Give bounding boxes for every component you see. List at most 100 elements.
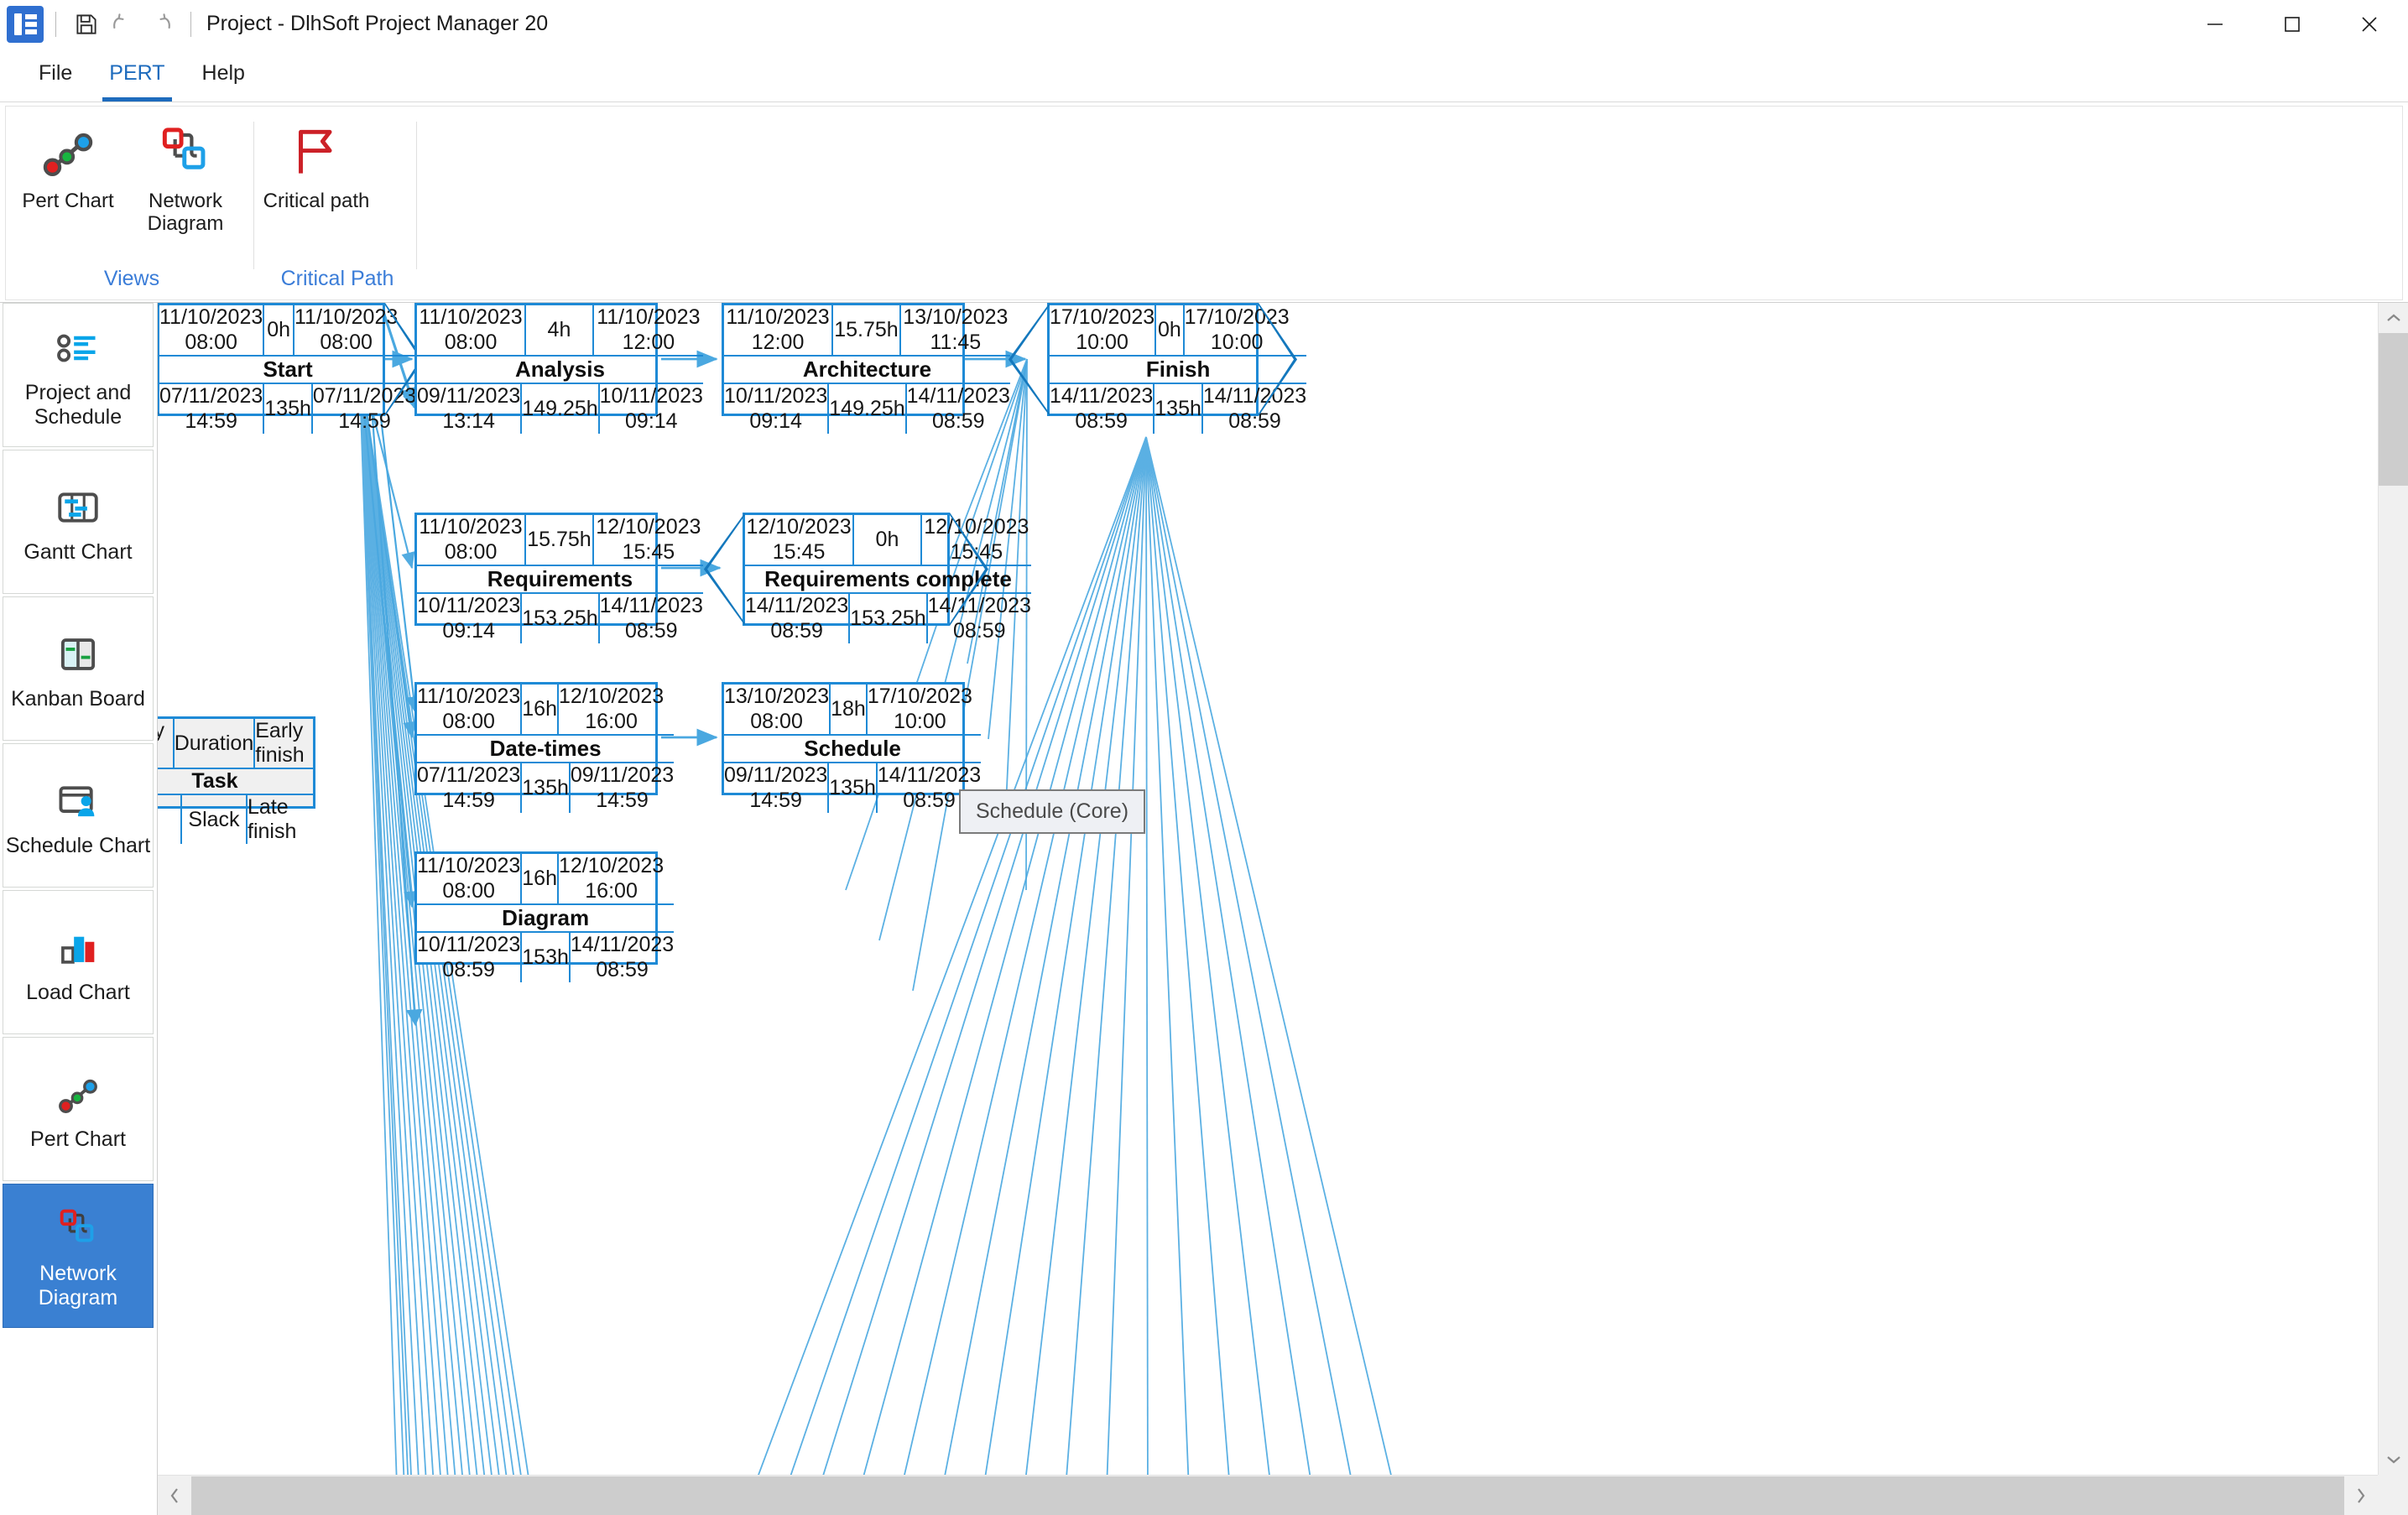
sidebar-item-gantt-chart[interactable]: Gantt Chart [3, 450, 154, 594]
task-name: Requirements [417, 565, 703, 594]
legend-bottom-row: Late start Slack Late finish [158, 795, 313, 844]
tab-file[interactable]: File [20, 54, 91, 102]
node-top-row: 13/10/2023 08:00 18h 17/10/2023 10:00 [724, 685, 981, 734]
early-finish: 12/10/2023 16:00 [559, 854, 664, 903]
flag-icon [285, 120, 347, 185]
late-start: 07/11/2023 14:59 [159, 384, 264, 434]
pert-chart-button[interactable]: Pert Chart [9, 112, 127, 213]
scrollbar-corner [2378, 1475, 2408, 1515]
late-start: 10/11/2023 09:14 [417, 594, 522, 643]
vertical-scroll-thumb[interactable] [2379, 333, 2408, 486]
sidebar-item-kanban-board[interactable]: Kanban Board [3, 596, 154, 741]
divider [416, 122, 417, 269]
divider [190, 12, 191, 37]
tab-help[interactable]: Help [184, 54, 263, 102]
task-name: Schedule [724, 734, 981, 763]
network-diagram-button[interactable]: Network Diagram [127, 112, 244, 236]
sidebar-item-network-diagram[interactable]: Network Diagram [3, 1184, 154, 1328]
late-finish: 14/11/2023 08:59 [928, 594, 1031, 643]
divider [55, 12, 56, 37]
pert-node-schedule[interactable]: 13/10/2023 08:00 18h 17/10/2023 10:00 Sc… [722, 682, 965, 795]
early-finish: 17/10/2023 10:00 [868, 685, 972, 734]
node-bottom-row: 14/11/2023 08:59 135h 14/11/2023 08:59 [1050, 384, 1306, 434]
early-finish: 12/10/2023 15:45 [922, 515, 1031, 565]
node-top-row: 11/10/2023 08:00 15.75h 12/10/2023 15:45 [417, 515, 703, 565]
pert-node-analysis[interactable]: 11/10/2023 08:00 4h 11/10/2023 12:00 Ana… [414, 303, 658, 416]
early-start: 11/10/2023 08:00 [417, 854, 522, 903]
node-bottom-row: 10/11/2023 09:14 149.25h 14/11/2023 08:5… [724, 384, 1010, 434]
early-finish: 11/10/2023 08:00 [294, 305, 398, 355]
node-bottom-row: 10/11/2023 09:14 153.25h 14/11/2023 08:5… [417, 594, 703, 643]
pert-node-requirements-complete[interactable]: 12/10/2023 15:45 0h 12/10/2023 15:45 Req… [743, 513, 950, 626]
scroll-right-icon[interactable] [2344, 1476, 2378, 1515]
app-list-icon[interactable] [7, 6, 44, 43]
ribbon-group-views-label: Views [9, 267, 254, 291]
diagram-area: 11/10/2023 08:00 0h 11/10/2023 08:00 Sta… [157, 303, 2408, 1515]
sidebar-item-project-and-schedule[interactable]: Project and Schedule [3, 303, 154, 447]
minimize-icon[interactable] [2176, 0, 2254, 49]
slack: 135h [829, 763, 878, 813]
duration: 16h [522, 685, 559, 734]
pert-node-finish[interactable]: 17/10/2023 10:00 0h 17/10/2023 10:00 Fin… [1047, 303, 1259, 416]
node-top-row: 17/10/2023 10:00 0h 17/10/2023 10:00 [1050, 305, 1306, 355]
early-finish: 11/10/2023 12:00 [594, 305, 703, 355]
close-icon[interactable] [2331, 0, 2408, 49]
ribbon-group-views: Pert Chart Network Diagram [9, 112, 254, 298]
network-diagram-label: Network Diagram [127, 190, 244, 236]
ribbon-group-critical-path: Critical path Critical Path [258, 112, 417, 298]
network-diagram-canvas[interactable]: 11/10/2023 08:00 0h 11/10/2023 08:00 Sta… [158, 303, 2378, 1475]
sidebar-item-label: Kanban Board [11, 687, 145, 711]
late-start: 14/11/2023 08:59 [745, 594, 850, 643]
sidebar-item-label: Load Chart [26, 981, 130, 1005]
ribbon-group-critical-path-label: Critical Path [258, 267, 417, 291]
ribbon: Pert Chart Network Diagram [0, 102, 2408, 303]
sidebar-item-schedule-chart[interactable]: Schedule Chart [3, 743, 154, 888]
node-bottom-row: 14/11/2023 08:59 153.25h 14/11/2023 08:5… [745, 594, 1031, 643]
maximize-icon[interactable] [2254, 0, 2331, 49]
horizontal-scrollbar[interactable] [158, 1475, 2378, 1515]
redo-icon[interactable] [142, 6, 179, 43]
slack: 149.25h [829, 384, 906, 434]
scroll-up-icon[interactable] [2379, 303, 2408, 333]
node-top-row: 12/10/2023 15:45 0h 12/10/2023 15:45 [745, 515, 1031, 565]
sidebar: Project and Schedule Gantt Chart [0, 303, 156, 1515]
sidebar-item-label: Schedule Chart [6, 834, 150, 858]
save-icon[interactable] [68, 6, 105, 43]
horizontal-scroll-thumb[interactable] [191, 1476, 2344, 1515]
node-top-row: 11/10/2023 08:00 16h 12/10/2023 16:00 [417, 685, 674, 734]
task-name: Finish [1050, 355, 1306, 384]
scroll-down-icon[interactable] [2379, 1445, 2408, 1475]
duration: 16h [522, 854, 559, 903]
duration: 18h [831, 685, 868, 734]
slack: 153.25h [522, 594, 599, 643]
tooltip: Schedule (Core) [959, 789, 1145, 834]
node-bottom-row: 07/11/2023 14:59 135h 07/11/2023 14:59 [159, 384, 416, 434]
scroll-left-icon[interactable] [158, 1476, 191, 1515]
pert-chart-icon [54, 1067, 102, 1122]
pert-node-date-times[interactable]: 11/10/2023 08:00 16h 12/10/2023 16:00 Da… [414, 682, 658, 795]
duration: 0h [854, 515, 922, 565]
early-start: 12/10/2023 15:45 [745, 515, 854, 565]
early-start: 11/10/2023 12:00 [724, 305, 833, 355]
pert-node-diagram[interactable]: 11/10/2023 08:00 16h 12/10/2023 16:00 Di… [414, 851, 658, 965]
sidebar-item-label: Network Diagram [3, 1262, 153, 1310]
tab-pert[interactable]: PERT [91, 54, 183, 102]
sidebar-item-load-chart[interactable]: Load Chart [3, 890, 154, 1034]
gantt-icon [54, 480, 102, 535]
task-name: Requirements complete [745, 565, 1031, 594]
legend-late-finish: Late finish [248, 795, 313, 844]
early-finish: 17/10/2023 10:00 [1185, 305, 1290, 355]
early-start: 13/10/2023 08:00 [724, 685, 831, 734]
pert-node-start[interactable]: 11/10/2023 08:00 0h 11/10/2023 08:00 Sta… [158, 303, 385, 416]
node-bottom-row: 07/11/2023 14:59 135h 09/11/2023 14:59 [417, 763, 674, 813]
undo-icon[interactable] [105, 6, 142, 43]
vertical-scrollbar[interactable] [2378, 303, 2408, 1475]
pert-node-requirements[interactable]: 11/10/2023 08:00 15.75h 12/10/2023 15:45… [414, 513, 658, 626]
slack: 135h [264, 384, 313, 434]
critical-path-button[interactable]: Critical path [258, 112, 375, 213]
sidebar-item-pert-chart[interactable]: Pert Chart [3, 1037, 154, 1181]
late-start: 14/11/2023 08:59 [1050, 384, 1154, 434]
legend-top-row: Early start Duration Early finish [158, 719, 313, 768]
pert-node-architecture[interactable]: 11/10/2023 12:00 15.75h 13/10/2023 11:45… [722, 303, 965, 416]
early-start: 11/10/2023 08:00 [417, 515, 526, 565]
